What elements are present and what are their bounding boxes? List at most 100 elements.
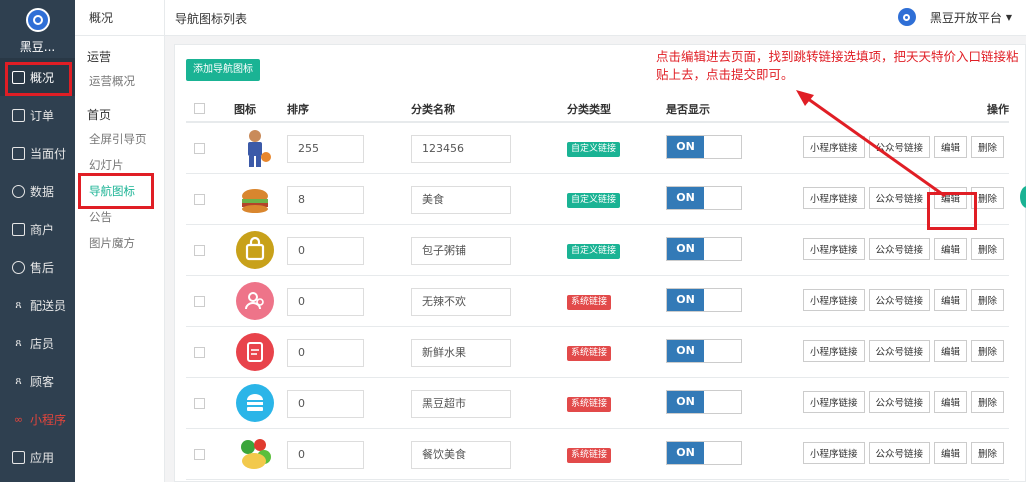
wechat-link-button[interactable]: 公众号链接: [868, 442, 931, 464]
shopping-bag-icon: [236, 231, 274, 269]
sidebar-item-label: 应用: [30, 450, 55, 465]
sidebar-item-data[interactable]: 数据: [0, 172, 75, 210]
edit-button[interactable]: 编辑: [934, 289, 968, 311]
edit-button[interactable]: 编辑: [934, 442, 968, 464]
salad-icon: [241, 439, 271, 469]
wechat-link-button[interactable]: 公众号链接: [868, 391, 931, 413]
sort-input[interactable]: 0: [287, 339, 364, 367]
sidebar-item-orders[interactable]: 订单: [0, 96, 75, 134]
edit-button[interactable]: 编辑: [934, 340, 968, 362]
sidebar-item-label: 订单: [30, 108, 55, 123]
edit-button[interactable]: 编辑: [934, 238, 968, 260]
header-icon: 图标: [234, 103, 256, 116]
name-input[interactable]: 黑豆超市: [411, 390, 511, 418]
header-sort: 排序: [287, 103, 309, 116]
mini-link-button[interactable]: 小程序链接: [803, 136, 865, 158]
mini-link-button[interactable]: 小程序链接: [803, 289, 865, 311]
row-checkbox[interactable]: [194, 296, 205, 307]
row-actions: 小程序链接 公众号链接 编辑 删除: [803, 136, 1005, 158]
sidebar-item-overview[interactable]: 概况: [0, 58, 75, 96]
sidebar-item-aftersale[interactable]: 售后: [0, 248, 75, 286]
delete-button[interactable]: 删除: [971, 340, 1005, 362]
toggle-on-label: ON: [667, 340, 704, 362]
sidebar-item-merchant[interactable]: 商户: [0, 210, 75, 248]
row-checkbox[interactable]: [194, 398, 205, 409]
name-input[interactable]: 无辣不欢: [411, 288, 511, 316]
clerk-icon: ጸ: [15, 336, 22, 349]
show-toggle[interactable]: ON: [666, 237, 742, 261]
type-badge: 系统链接: [567, 295, 612, 310]
subnav-item-image-cube[interactable]: 图片魔方: [75, 230, 164, 256]
wechat-link-button[interactable]: 公众号链接: [868, 340, 931, 362]
edit-highlight-box: [927, 192, 977, 230]
sort-input[interactable]: 0: [287, 237, 364, 265]
platform-name: 黑豆开放平台: [929, 10, 1002, 25]
sort-input[interactable]: 0: [287, 390, 364, 418]
toggle-on-label: ON: [667, 187, 704, 209]
show-toggle[interactable]: ON: [666, 288, 742, 312]
platform-menu[interactable]: 黑豆开放平台 ▼: [897, 8, 1012, 26]
delete-button[interactable]: 删除: [971, 289, 1005, 311]
courier-icon: ጸ: [15, 298, 22, 311]
header-name: 分类名称: [411, 103, 455, 116]
mini-link-button[interactable]: 小程序链接: [803, 187, 865, 209]
name-input[interactable]: 123456: [411, 135, 511, 163]
brand[interactable]: 黑豆...: [0, 0, 75, 58]
wechat-link-button[interactable]: 公众号链接: [868, 187, 931, 209]
sidebar-item-label: 概况: [30, 70, 55, 85]
type-badge: 自定义链接: [567, 193, 621, 208]
show-toggle[interactable]: ON: [666, 135, 742, 159]
sub-sidebar: 概况 运营 运营概况 首页 全屏引导页 幻灯片 导航图标 公告 图片魔方: [75, 0, 165, 482]
subnav-item-operations-overview[interactable]: 运营概况: [75, 68, 164, 94]
row-checkbox[interactable]: [194, 347, 205, 358]
mini-link-button[interactable]: 小程序链接: [803, 391, 865, 413]
show-toggle[interactable]: ON: [666, 441, 742, 465]
delete-button[interactable]: 删除: [971, 391, 1005, 413]
mini-link-button[interactable]: 小程序链接: [803, 238, 865, 260]
delete-button[interactable]: 删除: [971, 238, 1005, 260]
sidebar-item-pay[interactable]: 当面付: [0, 134, 75, 172]
wechat-link-button[interactable]: 公众号链接: [868, 289, 931, 311]
type-badge: 系统链接: [567, 346, 612, 361]
subnav-item-splash[interactable]: 全屏引导页: [75, 126, 164, 152]
name-input[interactable]: 新鲜水果: [411, 339, 511, 367]
sidebar-item-clerk[interactable]: ጸ 店员: [0, 324, 75, 362]
edit-button[interactable]: 编辑: [934, 136, 968, 158]
delete-button[interactable]: 删除: [971, 136, 1005, 158]
subnav-item-notice[interactable]: 公告: [75, 204, 164, 230]
show-toggle[interactable]: ON: [666, 339, 742, 363]
sidebar-item-courier[interactable]: ጸ 配送员: [0, 286, 75, 324]
show-toggle[interactable]: ON: [666, 186, 742, 210]
mini-link-button[interactable]: 小程序链接: [803, 442, 865, 464]
name-input[interactable]: 美食: [411, 186, 511, 214]
name-input[interactable]: 包子粥铺: [411, 237, 511, 265]
select-all-checkbox[interactable]: [194, 103, 205, 114]
sort-input[interactable]: 0: [287, 441, 364, 469]
wechat-link-button[interactable]: 公众号链接: [868, 238, 931, 260]
sidebar-item-customer[interactable]: ጸ 顾客: [0, 362, 75, 400]
add-nav-icon-button[interactable]: 添加导航图标: [186, 59, 260, 81]
sidebar-item-miniapp[interactable]: ∞ 小程序: [0, 400, 75, 438]
subnav-title: 概况: [75, 0, 164, 36]
show-toggle[interactable]: ON: [666, 390, 742, 414]
delete-button[interactable]: 删除: [971, 442, 1005, 464]
brand-name: 黑豆...: [19, 40, 56, 54]
wechat-link-button[interactable]: 公众号链接: [868, 136, 931, 158]
toggle-on-label: ON: [667, 289, 704, 311]
subnav-item-nav-icons[interactable]: 导航图标: [75, 173, 164, 209]
sidebar-item-apps[interactable]: 应用: [0, 438, 75, 476]
content-card: 添加导航图标 图标 排序 分类名称 分类类型 是否显示 操作 255 12345…: [174, 44, 1026, 482]
row-checkbox[interactable]: [194, 245, 205, 256]
sort-input[interactable]: 0: [287, 288, 364, 316]
table-row: 0 包子粥铺 自定义链接 ON 小程序链接 公众号链接 编辑 删除: [186, 225, 1009, 276]
sort-input[interactable]: 8: [287, 186, 364, 214]
sort-input[interactable]: 255: [287, 135, 364, 163]
row-checkbox[interactable]: [194, 143, 205, 154]
mini-link-button[interactable]: 小程序链接: [803, 340, 865, 362]
toggle-on-label: ON: [667, 238, 704, 260]
sidebar-item-label: 售后: [30, 260, 55, 275]
name-input[interactable]: 餐饮美食: [411, 441, 511, 469]
edit-button[interactable]: 编辑: [934, 391, 968, 413]
row-checkbox[interactable]: [194, 449, 205, 460]
row-checkbox[interactable]: [194, 194, 205, 205]
